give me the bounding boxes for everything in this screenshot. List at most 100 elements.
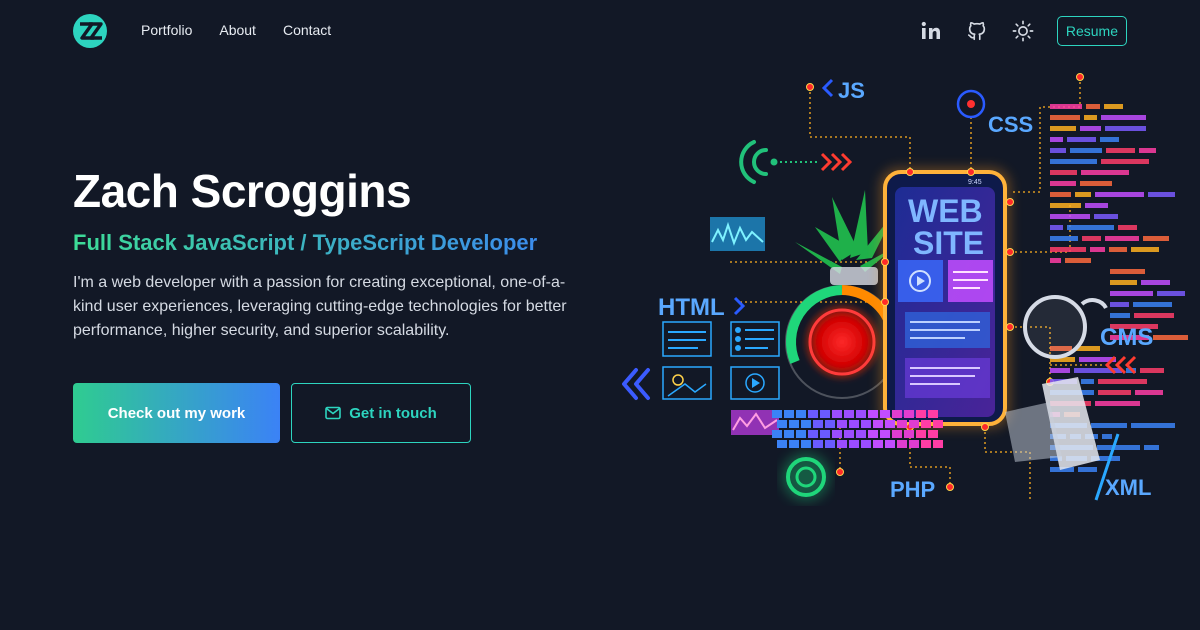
code-bar — [1143, 236, 1169, 241]
get-in-touch-button[interactable]: Get in touch — [291, 383, 471, 443]
keyboard-key — [849, 440, 859, 448]
keyboard-key — [796, 410, 806, 418]
code-bar — [1110, 302, 1129, 307]
code-bar — [1157, 291, 1185, 296]
keyboard-key — [861, 440, 871, 448]
keyboard-key — [813, 440, 823, 448]
cta-row: Check out my work Get in touch — [73, 383, 471, 443]
keyboard-key — [921, 420, 931, 428]
code-bar — [1050, 236, 1078, 241]
keyboard-key — [904, 430, 914, 438]
keyboard-key — [892, 430, 902, 438]
keyboard-key — [933, 440, 943, 448]
keyboard-key — [837, 420, 847, 428]
hero-role: Full Stack JavaScript / TypeScript Devel… — [73, 229, 593, 257]
keyboard-key — [832, 430, 842, 438]
code-bar — [1078, 467, 1097, 472]
code-bar — [1101, 115, 1146, 120]
code-bar — [1070, 148, 1102, 153]
check-out-work-button[interactable]: Check out my work — [73, 383, 280, 443]
code-bar — [1050, 104, 1082, 109]
code-bar — [1091, 423, 1127, 428]
js-label: JS — [838, 78, 865, 103]
code-bar — [1080, 126, 1101, 131]
mail-icon — [325, 406, 342, 420]
keyboard-key — [916, 410, 926, 418]
keyboard-key — [777, 440, 787, 448]
code-bar — [1067, 225, 1114, 230]
logo-icon[interactable] — [72, 13, 108, 49]
code-bar — [1109, 247, 1127, 252]
code-bar — [1134, 313, 1174, 318]
code-bar — [1081, 170, 1129, 175]
code-bar — [1110, 291, 1153, 296]
keyboard-key — [885, 440, 895, 448]
code-bar — [1050, 170, 1077, 175]
keyboard-key — [873, 420, 883, 428]
phone-site-label: SITE — [913, 225, 984, 261]
keyboard-key — [801, 420, 811, 428]
keyboard-key — [880, 410, 890, 418]
keyboard-key — [820, 410, 830, 418]
keyboard-key — [832, 410, 842, 418]
code-bar — [1081, 379, 1094, 384]
nav-link-about[interactable]: About — [219, 22, 256, 38]
code-bar — [1050, 368, 1070, 373]
keyboard-key — [849, 420, 859, 428]
code-bar — [1050, 203, 1081, 208]
code-bar — [1135, 390, 1163, 395]
code-bar — [1148, 192, 1175, 197]
code-bar — [1080, 181, 1112, 186]
code-bar — [1140, 368, 1164, 373]
hero-section: Zach Scroggins Full Stack JavaScript / T… — [73, 165, 593, 343]
code-bar — [1100, 137, 1119, 142]
keyboard-key — [825, 420, 835, 428]
get-in-touch-label: Get in touch — [349, 404, 437, 422]
code-bar — [1139, 148, 1156, 153]
code-bar — [1050, 192, 1071, 197]
keyboard-key — [916, 430, 926, 438]
keyboard-key — [772, 410, 782, 418]
keyboard-key — [789, 420, 799, 428]
code-bar — [1090, 247, 1105, 252]
keyboard-key — [868, 410, 878, 418]
php-label: PHP — [890, 477, 935, 502]
code-bar — [1144, 445, 1159, 450]
keyboard-key — [897, 420, 907, 428]
keyboard-key — [885, 420, 895, 428]
nav-link-portfolio[interactable]: Portfolio — [141, 22, 192, 38]
keyboard-key — [921, 440, 931, 448]
nav-link-contact[interactable]: Contact — [283, 22, 331, 38]
code-bar — [1131, 423, 1175, 428]
sun-icon[interactable] — [1011, 19, 1035, 43]
code-bar — [1131, 247, 1159, 252]
code-bar — [1141, 280, 1170, 285]
code-bar — [1050, 214, 1090, 219]
keyboard-key — [772, 430, 782, 438]
code-bar — [1110, 280, 1137, 285]
code-bar — [1050, 225, 1063, 230]
linkedin-icon[interactable] — [919, 19, 943, 43]
code-bar — [1104, 104, 1123, 109]
code-bar — [1082, 236, 1101, 241]
keyboard-key — [897, 440, 907, 448]
resume-button[interactable]: Resume — [1056, 16, 1127, 46]
css-label: CSS — [988, 112, 1033, 137]
code-bar — [1106, 148, 1135, 153]
code-bar — [1085, 203, 1108, 208]
keyboard-key — [904, 410, 914, 418]
code-bar — [1101, 159, 1149, 164]
code-bar — [1050, 159, 1097, 164]
code-bar — [1133, 302, 1172, 307]
keyboard-key — [868, 430, 878, 438]
code-bar — [1094, 214, 1118, 219]
keyboard-key — [777, 420, 787, 428]
keyboard-key — [813, 420, 823, 428]
keyboard-key — [856, 410, 866, 418]
phone-web-label: WEB — [908, 193, 983, 229]
code-bar — [1098, 390, 1131, 395]
github-icon[interactable] — [965, 19, 989, 43]
code-bar — [1050, 181, 1076, 186]
keyboard-key — [844, 430, 854, 438]
keyboard-key — [801, 440, 811, 448]
